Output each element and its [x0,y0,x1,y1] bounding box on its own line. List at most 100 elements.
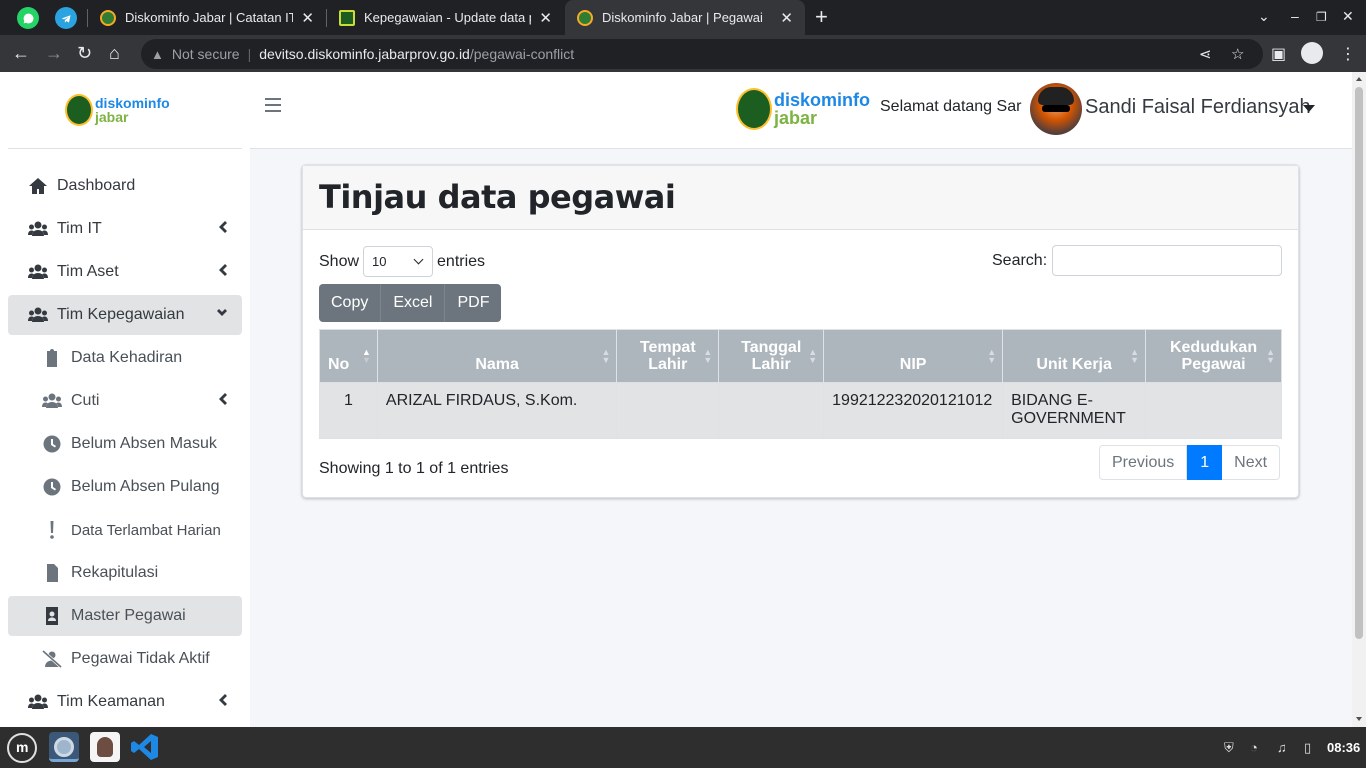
home-icon[interactable]: ⌂ [109,43,120,64]
restore-window-icon[interactable]: ❐ [1316,10,1327,24]
close-window-icon[interactable]: ✕ [1342,8,1354,25]
sidebar-item-tim-keamanan[interactable]: Tim Keamanan [8,682,242,722]
chevron-left-icon [216,220,228,234]
sidebar-item-belum-absen-pulang[interactable]: Belum Absen Pulang [8,467,242,507]
vscode-app-icon[interactable] [130,732,160,762]
sidebar-item-belum-absen-masuk[interactable]: Belum Absen Masuk [8,424,242,464]
browser-tab-active[interactable]: Diskominfo Jabar | Pegawai ✕ [565,0,805,35]
more-menu-icon[interactable]: ⋮ [1340,44,1356,64]
sidebar-item-data-terlambat-harian[interactable]: Data Terlambat Harian [8,510,242,550]
sidebar-menu: Dashboard Tim IT Tim Aset Tim Kepegawaia… [8,166,242,725]
clock-icon [41,478,63,496]
diskominfo-favicon-icon [577,9,593,26]
sidebar-item-label: Pegawai Tidak Aktif [71,650,210,667]
close-tab-icon[interactable]: ✕ [301,9,314,27]
search-input[interactable] [1052,245,1282,276]
column-header-nip[interactable]: NIP ▲ ▼ [823,329,1004,383]
cell-unit-kerja: BIDANG E-GOVERNMENT [1002,382,1147,439]
linux-mint-menu-icon[interactable]: m [7,733,37,763]
previous-page-button[interactable]: Previous [1099,445,1188,480]
sidebar-item-label: Belum Absen Masuk [71,435,217,452]
column-header-kedudukan-pegawai[interactable]: Kedudukan Pegawai ▲ ▼ [1145,329,1282,383]
column-header-tanggal-lahir[interactable]: Tanggal Lahir ▲ ▼ [718,329,825,383]
copy-button[interactable]: Copy [319,284,382,322]
user-name-dropdown[interactable]: Sandi Faisal Ferdiansyah [1085,96,1311,119]
column-header-nama[interactable]: Nama ▲ ▼ [376,329,618,383]
cell-nip: 199212232020121012 [823,382,1004,439]
reload-icon[interactable]: ↻ [77,43,92,64]
sidebar-item-label: Belum Absen Pulang [71,478,220,495]
wifi-tray-icon[interactable]: ◔ [1250,740,1258,755]
id-card-icon [41,607,63,625]
page-scrollbar[interactable] [1352,72,1366,727]
excel-button[interactable]: Excel [381,284,446,322]
side-panel-icon[interactable]: ▣ [1271,44,1286,64]
bookmark-star-icon[interactable]: ☆ [1231,45,1244,63]
cell-no: 1 [319,382,378,439]
sidebar-item-label: Rekapitulasi [71,564,159,581]
next-page-button[interactable]: Next [1222,445,1281,480]
sidebar-item-data-kehadiran[interactable]: Data Kehadiran [8,338,242,378]
column-header-no[interactable]: No ▲ ▼ [319,329,378,383]
caret-down-icon[interactable] [1303,105,1315,112]
sidebar-brand[interactable]: diskominfo jabar [8,72,242,149]
battery-tray-icon[interactable]: ▯ [1304,740,1311,756]
minimize-window-icon[interactable]: – [1291,8,1299,24]
column-header-unit-kerja[interactable]: Unit Kerja ▲ ▼ [1002,329,1147,383]
sidebar-item-rekapitulasi[interactable]: Rekapitulasi [8,553,242,593]
hamburger-menu-icon[interactable] [265,98,281,112]
browser-tab[interactable]: Kepegawaian - Update data p ✕ [327,0,564,35]
shield-tray-icon[interactable]: ⛨ [1224,740,1234,756]
sidebar-item-tim-kepegawaian[interactable]: Tim Kepegawaian [8,295,242,335]
scrollbar-thumb[interactable] [1355,87,1363,639]
sort-icon: ▲ ▼ [1130,347,1140,365]
page-1-button[interactable]: 1 [1187,445,1223,480]
gimp-app-icon[interactable] [90,732,120,762]
column-header-tempat-lahir[interactable]: Tempat Lahir ▲ ▼ [616,329,720,383]
chromium-app-icon[interactable] [49,732,79,762]
employee-review-card: Tinjau data pegawai Show 10 entries Sear… [302,165,1299,498]
sidebar-item-pegawai-tidak-aktif[interactable]: Pegawai Tidak Aktif [8,639,242,679]
page-length-select[interactable]: 10 [363,246,434,277]
close-tab-icon[interactable]: ✕ [539,9,552,27]
top-navbar: diskominfo jabar Selamat datang Sar Sand… [250,72,1352,149]
warning-icon[interactable]: ▲ [151,47,164,62]
sidebar-item-master-pegawai[interactable]: Master Pegawai [8,596,242,636]
sidebar-item-tim-it[interactable]: Tim IT [8,209,242,249]
page-length-control: Show 10 entries [319,246,485,277]
music-tray-icon[interactable]: ♫ [1277,740,1287,755]
card-header: Tinjau data pegawai [303,166,1298,230]
users-icon [41,392,63,410]
sidebar-item-cuti[interactable]: Cuti [8,381,242,421]
address-bar[interactable]: ▲ Not secure | devitso.diskominfo.jabarp… [141,39,1263,69]
employee-table: No ▲ ▼ Nama ▲ ▼ Tempat Lahir ▲ ▼ Tanggal Lahir… [319,329,1282,439]
close-tab-icon[interactable]: ✕ [780,9,793,27]
users-icon [27,220,49,238]
kepegawaian-favicon-icon [339,9,355,26]
scroll-down-arrow-icon[interactable] [1356,717,1362,721]
back-icon[interactable]: ← [12,43,30,64]
whatsapp-pinned-tab-icon[interactable] [17,7,39,29]
pdf-button[interactable]: PDF [445,284,501,322]
tab-search-icon[interactable]: ⌄ [1258,8,1270,25]
table-row[interactable]: 1 ARIZAL FIRDAUS, S.Kom. 199212232020121… [319,382,1282,439]
new-tab-button[interactable]: + [815,4,828,30]
profile-avatar-icon[interactable] [1301,42,1323,64]
chevron-left-icon [216,392,228,406]
clock[interactable]: 08:36 [1327,740,1360,755]
logo-text: diskominfo [774,90,871,110]
share-icon[interactable]: ⋖ [1199,45,1212,63]
scroll-up-arrow-icon[interactable] [1356,77,1362,81]
forward-icon[interactable]: → [45,43,63,64]
telegram-pinned-tab-icon[interactable] [55,7,77,29]
user-slash-icon [41,650,63,668]
sidebar-item-label: Data Kehadiran [71,349,183,366]
sidebar-item-tim-aset[interactable]: Tim Aset [8,252,242,292]
pagination: Previous 1 Next [1099,445,1281,480]
sidebar-item-label: Cuti [71,392,100,409]
sidebar-item-dashboard[interactable]: Dashboard [8,166,242,206]
chevron-left-icon [216,693,228,707]
logo-subtext: jabar [95,109,129,125]
user-avatar[interactable] [1030,83,1082,135]
browser-tab[interactable]: Diskominfo Jabar | Catatan IT ✕ [88,0,326,35]
